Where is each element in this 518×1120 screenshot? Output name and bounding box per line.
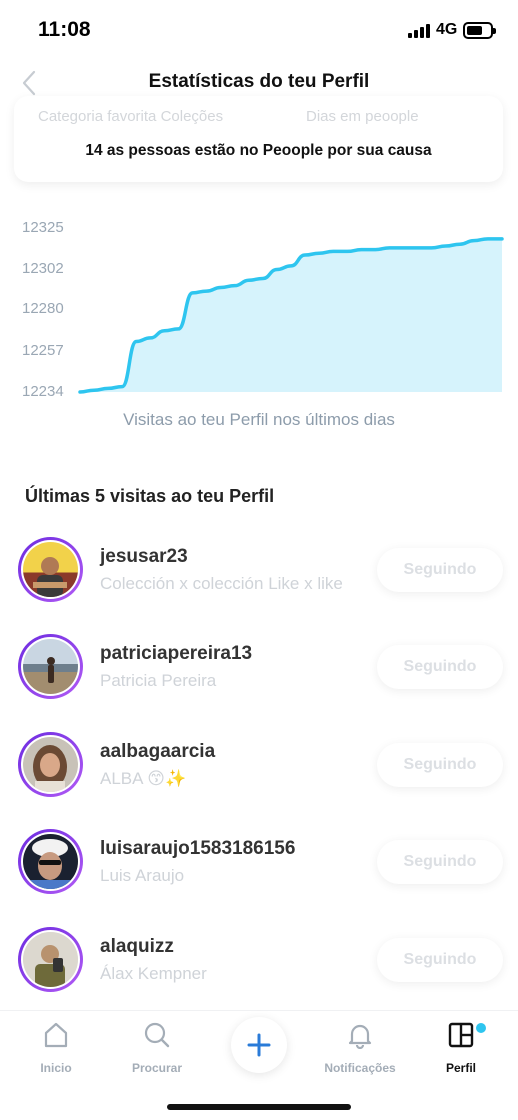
- visits-chart: 12325 12302 12280 12257 12234: [0, 200, 518, 400]
- page-title: Estatísticas do teu Perfil: [148, 71, 370, 92]
- visitor-subtitle: ALBA 😙✨: [100, 769, 187, 788]
- visitor-subtitle: Colección x colección Like x like: [100, 574, 343, 593]
- grid-icon: [448, 1022, 474, 1048]
- avatar[interactable]: [18, 634, 83, 699]
- home-icon: [44, 1022, 68, 1048]
- bell-icon: [348, 1024, 372, 1049]
- visitor-username[interactable]: alaquizz: [100, 936, 174, 958]
- visit-row[interactable]: alaquizz Álax Kempner Seguindo: [0, 927, 518, 1007]
- tab-procurar[interactable]: Procurar: [107, 1011, 207, 1091]
- visit-row[interactable]: aalbagaarcia ALBA 😙✨ Seguindo: [0, 732, 518, 812]
- tab-label: Notificações: [324, 1061, 396, 1075]
- home-indicator: [167, 1104, 351, 1110]
- visitor-subtitle: Álax Kempner: [100, 964, 207, 983]
- visitor-subtitle: Luis Araujo: [100, 866, 185, 885]
- avatar[interactable]: [18, 927, 83, 992]
- avatar[interactable]: [18, 829, 83, 894]
- visitor-username[interactable]: jesusar23: [100, 546, 188, 568]
- search-icon: [144, 1022, 170, 1048]
- cause-text: 14 as pessoas estão no Peoople por sua c…: [85, 142, 432, 159]
- visits-section-title: Últimas 5 visitas ao teu Perfil: [25, 486, 275, 506]
- status-bar: 11:08 4G: [0, 0, 518, 60]
- following-button[interactable]: Seguindo: [377, 840, 503, 884]
- tab-notificacoes[interactable]: Notificações: [310, 1011, 410, 1091]
- tab-inicio[interactable]: Inicio: [6, 1011, 106, 1091]
- favorite-category-label: Categoria favorita Coleções: [38, 108, 224, 125]
- days-label: Dias em peoople: [306, 108, 419, 125]
- stats-card: Categoria favorita Coleções Dias em peoo…: [14, 96, 503, 182]
- chart-area: [80, 238, 502, 392]
- visitor-username[interactable]: patriciapereira13: [100, 643, 252, 665]
- plus-icon: [247, 1033, 271, 1057]
- following-button[interactable]: Seguindo: [377, 743, 503, 787]
- tab-label: Procurar: [131, 1061, 183, 1075]
- following-button[interactable]: Seguindo: [377, 548, 503, 592]
- tab-label: Inicio: [40, 1061, 72, 1075]
- chart-caption: Visitas ao teu Perfil nos últimos dias: [123, 410, 395, 429]
- battery-icon: [463, 22, 496, 39]
- visit-row[interactable]: luisaraujo1583186156 Luis Araujo Seguind…: [0, 829, 518, 909]
- avatar[interactable]: [18, 537, 83, 602]
- visit-row[interactable]: patriciapereira13 Patricia Pereira Segui…: [0, 634, 518, 714]
- visits-chart-svg: [78, 237, 504, 394]
- signal-icon: [408, 24, 430, 38]
- avatar[interactable]: [18, 732, 83, 797]
- following-button[interactable]: Seguindo: [377, 938, 503, 982]
- tab-perfil[interactable]: Perfil: [411, 1011, 511, 1091]
- following-button[interactable]: Seguindo: [377, 645, 503, 689]
- visitor-username[interactable]: aalbagaarcia: [100, 741, 215, 763]
- network-label: 4G: [436, 21, 458, 38]
- status-time: 11:08: [38, 18, 91, 41]
- tab-label: Perfil: [445, 1061, 476, 1075]
- visitor-username[interactable]: luisaraujo1583186156: [100, 838, 295, 860]
- create-button[interactable]: [231, 1017, 287, 1073]
- notification-dot: [476, 1023, 486, 1033]
- visit-row[interactable]: jesusar23 Colección x colección Like x l…: [0, 537, 518, 617]
- visitor-subtitle: Patricia Pereira: [100, 671, 217, 690]
